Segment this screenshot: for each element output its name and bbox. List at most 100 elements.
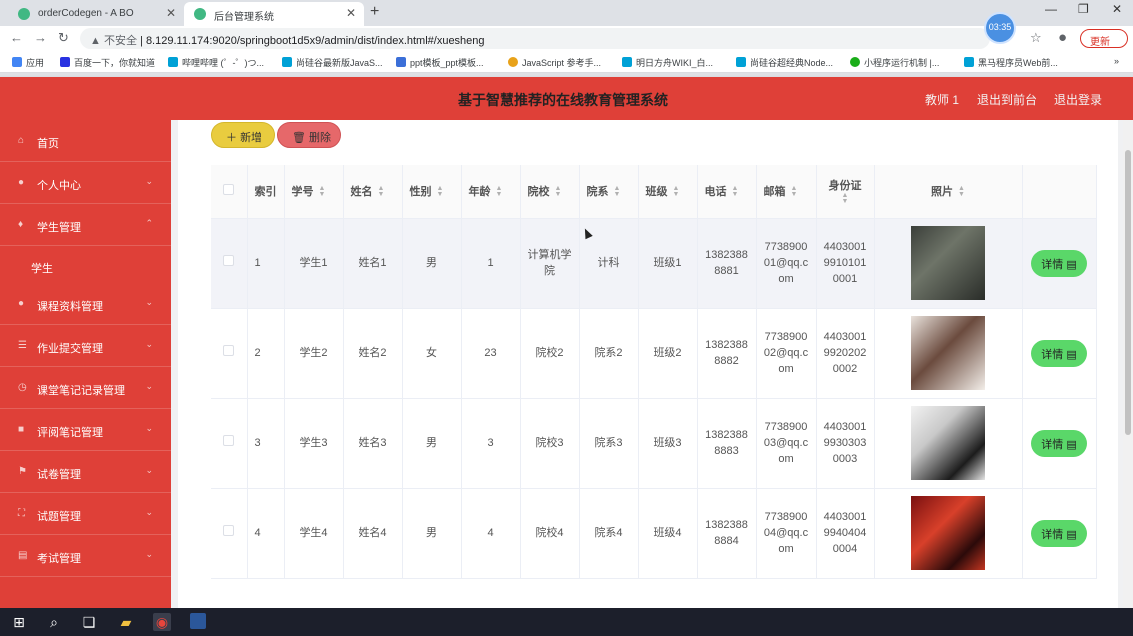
sidebar-item-questions[interactable]: ⛶ 试题管理 ⌄ [0,493,171,535]
bookmark-item[interactable]: 应用 [12,56,44,69]
detail-button[interactable]: 详情 ▤ [1031,519,1087,547]
header-email[interactable]: 邮箱 ▲ ▼ [756,165,817,219]
header-name[interactable]: 姓名 ▲ ▼ [343,165,403,219]
sort-icon[interactable]: ▲ ▼ [673,185,680,198]
reload-icon[interactable]: ↻ [58,30,69,46]
windows-start-icon[interactable]: ⊞ [10,613,28,631]
sidebar-item-homework[interactable]: ☰ 作业提交管理 ⌄ [0,325,171,367]
close-icon[interactable]: ✕ [346,6,356,20]
row-checkbox[interactable] [223,255,235,266]
search-icon[interactable]: ⌕ [45,613,63,631]
star-icon[interactable]: ☆ [1030,30,1042,46]
bookmark-item[interactable]: 哔哩哔哩 (゜-゜)つ... [168,56,264,69]
update-button[interactable]: 更新 [1080,29,1128,48]
forward-icon[interactable]: → [34,30,47,45]
scrollbar-thumb[interactable] [1125,150,1131,435]
new-tab-icon[interactable]: + [370,3,379,21]
cell-student-no: 学生4 [284,488,344,579]
chevron-down-icon: ⌄ [145,297,153,307]
detail-label: 详情 [1041,438,1064,451]
app-header: 基于智慧推荐的在线教育管理系统 教师 1 退出到前台 退出登录 [0,77,1133,120]
bookmark-item[interactable]: 尚硅谷超经典Node... [736,56,833,69]
header-age[interactable]: 年龄 ▲ ▼ [461,165,521,219]
select-all-checkbox[interactable] [223,184,235,196]
sort-icon[interactable]: ▲ ▼ [496,185,503,198]
add-button[interactable]: ＋ 新增 [211,122,275,148]
sort-icon[interactable]: ▲ ▼ [555,185,562,198]
list-icon: ☰ [18,340,27,351]
header-id-card[interactable]: 身份证 ▲ ▼ [816,165,875,219]
bookmark-item[interactable]: 百度一下，你就知道 [60,56,155,69]
header-class[interactable]: 班级 ▲ ▼ [638,165,698,219]
bookmarks-more-icon[interactable]: » [1114,56,1119,66]
header-student-no[interactable]: 学号 ▲ ▼ [284,165,344,219]
back-icon[interactable]: ← [10,30,23,45]
sort-icon[interactable]: ▲ ▼ [958,185,965,198]
student-photo [911,316,985,390]
table-row[interactable]: 3 学生3 姓名3 男 3 院校3 院系3 班级3 13823888883 77… [211,398,1097,489]
cell-school: 院校4 [520,488,580,579]
sort-icon[interactable]: ▲ ▼ [437,185,444,198]
bookmark-item[interactable]: 小程序运行机制 |... [850,56,939,69]
header-photo[interactable]: 照片 ▲ ▼ [874,165,1023,219]
sort-icon[interactable]: ▲ ▼ [319,185,326,198]
student-photo [911,406,985,480]
sort-icon[interactable]: ▲ ▼ [791,185,798,198]
row-checkbox[interactable] [223,345,235,356]
sidebar-item-label: 学生管理 [37,222,81,234]
sort-icon[interactable]: ▲ ▼ [842,192,849,205]
header-dept[interactable]: 院系 ▲ ▼ [579,165,639,219]
sidebar-item-label: 个人中心 [37,180,81,192]
sidebar-item-profile[interactable]: ● 个人中心 ⌄ [0,162,171,204]
logout-link[interactable]: 退出登录 [1054,91,1102,108]
sidebar-item-exams[interactable]: ▤ 考试管理 ⌄ [0,535,171,577]
maximize-icon[interactable]: ❐ [1078,2,1089,16]
window-close-icon[interactable]: ✕ [1112,2,1122,16]
bilibili-icon [736,57,746,67]
exit-to-front-link[interactable]: 退出到前台 [977,91,1037,108]
header-label: 索引 [254,186,277,199]
bookmark-item[interactable]: 黑马程序员Web前... [964,56,1058,69]
sidebar-item-home[interactable]: ⌂ 首页 [0,120,171,162]
bookmark-label: 尚硅谷超经典Node... [750,58,834,68]
task-view-icon[interactable]: ❏ [80,613,98,631]
table-row[interactable]: 1 学生1 姓名1 男 1 计算机学院 计科 班级1 13823888881 7… [211,218,1097,309]
bookmark-item[interactable]: 明日方舟WIKI_白... [622,56,713,69]
chrome-icon[interactable]: ◉ [153,613,171,631]
detail-button[interactable]: 详情 ▤ [1031,429,1087,457]
sidebar-item-student[interactable]: 学生 [0,246,171,286]
bookmark-item[interactable]: JavaScript 参考手... [508,56,601,69]
row-checkbox[interactable] [223,435,235,446]
row-checkbox[interactable] [223,525,235,536]
bookmark-item[interactable]: 尚硅谷最新版JavaS... [282,56,383,69]
file-explorer-icon[interactable]: ▰ [117,613,135,631]
sidebar-item-papers[interactable]: ⚑ 试卷管理 ⌄ [0,451,171,493]
bookmark-label: 尚硅谷最新版JavaS... [296,58,383,68]
browser-tab-admin[interactable]: 后台管理系统 ✕ [184,2,364,26]
address-bar-row: ← → ↻ ▲ 不安全 | 8.129.11.174:9020/springbo… [0,26,1133,51]
table-row[interactable]: 4 学生4 姓名4 男 4 院校4 院系4 班级4 13823888884 77… [211,488,1097,579]
url-input[interactable]: ▲ 不安全 | 8.129.11.174:9020/springboot1d5x… [80,28,990,49]
sidebar-item-student-mgmt[interactable]: ♦ 学生管理 ⌃ [0,204,171,246]
profile-icon[interactable]: ● [1058,29,1067,46]
sidebar-item-course-materials[interactable]: ● 课程资料管理 ⌄ [0,283,171,325]
sort-icon[interactable]: ▲ ▼ [614,185,621,198]
sidebar-item-review-notes[interactable]: ■ 评阅笔记管理 ⌄ [0,409,171,451]
detail-button[interactable]: 详情 ▤ [1031,249,1087,277]
word-icon[interactable] [190,613,206,629]
browser-tab-ordercodegen[interactable]: orderCodegen - A BO ✕ [8,2,184,26]
delete-button[interactable]: 🗑 删除 [277,122,341,148]
bookmark-item[interactable]: ppt模板_ppt模板... [396,56,484,69]
sort-icon[interactable]: ▲ ▼ [378,185,385,198]
minimize-icon[interactable]: — [1045,2,1057,16]
sidebar-item-label: 考试管理 [37,553,81,565]
sort-icon[interactable]: ▲ ▼ [732,185,739,198]
header-gender[interactable]: 性别 ▲ ▼ [402,165,462,219]
table-row[interactable]: 2 学生2 姓名2 女 23 院校2 院系2 班级2 13823888882 7… [211,308,1097,399]
detail-button[interactable]: 详情 ▤ [1031,339,1087,367]
close-icon[interactable]: ✕ [166,6,176,20]
header-school[interactable]: 院校 ▲ ▼ [520,165,580,219]
sidebar-item-class-notes[interactable]: ◷ 课堂笔记记录管理 ⌄ [0,367,171,409]
header-phone[interactable]: 电话 ▲ ▼ [697,165,757,219]
url-text: 8.129.11.174:9020/springboot1d5x9/admin/… [145,35,485,47]
